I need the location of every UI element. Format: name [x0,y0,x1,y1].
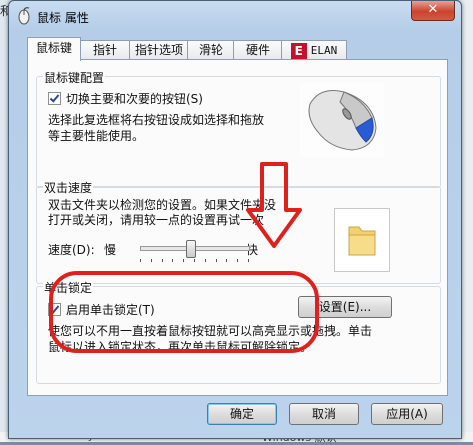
slider-tick [172,259,174,262]
slider-tick [150,259,152,262]
cancel-button[interactable]: 取消 [289,403,359,425]
speed-slider-thumb[interactable] [185,240,196,258]
tab-pointer-options[interactable]: 指针选项 [129,40,189,60]
slider-tick [194,259,195,262]
mouse-icon [18,7,30,25]
slider-tick [140,259,141,262]
button-label: 应用(A) [386,407,428,421]
tab-buttons[interactable]: 鼠标键 [27,37,81,61]
button-config-description-1: 选择此复选框将右按钮设成如选择和拖放 [48,113,265,127]
test-folder-area[interactable] [334,208,390,272]
tab-label: 滑轮 [198,43,223,57]
slider-tick [204,259,206,262]
apply-button[interactable]: 应用(A) [371,403,443,425]
slider-tick [248,259,249,262]
close-button[interactable]: ✕ [411,1,455,21]
tab-elan[interactable]: E ELAN [281,40,347,60]
group-title: 双击速度 [43,179,94,196]
tab-wheel[interactable]: 滑轮 [187,40,235,60]
switch-buttons-label[interactable]: 切换主要和次要的按钮(S) [66,90,203,107]
slider-tick [226,259,228,262]
tab-label: ELAN [310,44,338,57]
button-label: 取消 [311,407,336,421]
mouse-properties-dialog: 鼠标 属性 ✕ 鼠标键 指针 指针选项 滑轮 硬件 E ELAN 鼠标键配置 切换 [8,0,462,439]
elan-logo-icon: E [290,42,307,59]
ok-button[interactable]: 确定 [207,403,277,425]
window-title: 鼠标 属性 [37,11,89,25]
slow-label: 慢 [104,243,117,257]
annotation-arrow-icon [246,162,302,248]
slider-tick [237,259,239,262]
tab-panel-buttons: 鼠标键配置 切换主要和次要的按钮(S) 选择此复选框将右按钮设成如选择和拖放 等… [27,59,448,396]
tab-pointers[interactable]: 指针 [79,40,131,60]
title-bar[interactable]: 鼠标 属性 ✕ [9,1,461,31]
tab-label: 鼠标键 [35,41,72,55]
tab-hardware[interactable]: 硬件 [233,40,283,60]
tab-label: 硬件 [245,43,270,57]
mouse-illustration-icon [300,82,384,158]
close-icon: ✕ [427,2,439,17]
button-config-description-2: 等主要性能使用。 [48,129,145,143]
tab-label: 指针选项 [134,43,183,57]
button-label: 设置(E)... [318,300,372,314]
folder-icon [348,226,376,256]
group-title: 鼠标键配置 [43,69,106,86]
button-label: 确定 [229,407,254,421]
tab-label: 指针 [92,43,117,57]
slider-tick [215,259,217,262]
slider-tick [161,259,163,262]
slider-tick [183,259,185,262]
annotation-highlight-oval [49,271,319,353]
switch-buttons-checkbox[interactable] [48,92,61,105]
speed-label: 速度(D): [48,243,95,257]
double-click-description-2: 打开或关闭，请用较一点的设置再试一次 [48,213,265,227]
